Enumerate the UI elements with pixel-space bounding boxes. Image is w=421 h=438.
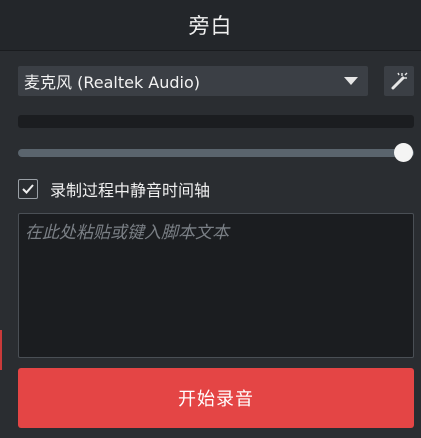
microphone-select-value: 麦克风 (Realtek Audio) [24,73,201,92]
script-placeholder: 在此处粘贴或键入脚本文本 [25,223,229,243]
start-recording-button[interactable]: 开始录音 [18,368,414,428]
voice-narration-panel: 旁白 麦克风 (Realtek Audio) 录制过程中静音时间轴 在此处粘贴或… [0,0,421,438]
panel-title: 旁白 [188,14,233,38]
start-recording-label: 开始录音 [178,389,254,410]
panel-header: 旁白 [0,0,421,51]
mute-timeline-checkbox[interactable] [18,179,38,199]
slider-track [18,149,414,157]
mute-timeline-option[interactable]: 录制过程中静音时间轴 [18,176,210,202]
magic-wand-icon [391,72,408,90]
script-text-area[interactable]: 在此处粘贴或键入脚本文本 [18,213,414,358]
mute-timeline-label: 录制过程中静音时间轴 [50,181,211,200]
microphone-select[interactable]: 麦克风 (Realtek Audio) [18,66,368,96]
auto-adjust-button[interactable] [384,66,414,96]
audio-level-meter [18,115,414,128]
slider-thumb[interactable] [394,143,413,162]
input-volume-slider[interactable] [18,142,414,164]
checkmark-icon [22,184,34,194]
chevron-down-icon [344,77,358,85]
left-edge-accent [0,330,2,370]
